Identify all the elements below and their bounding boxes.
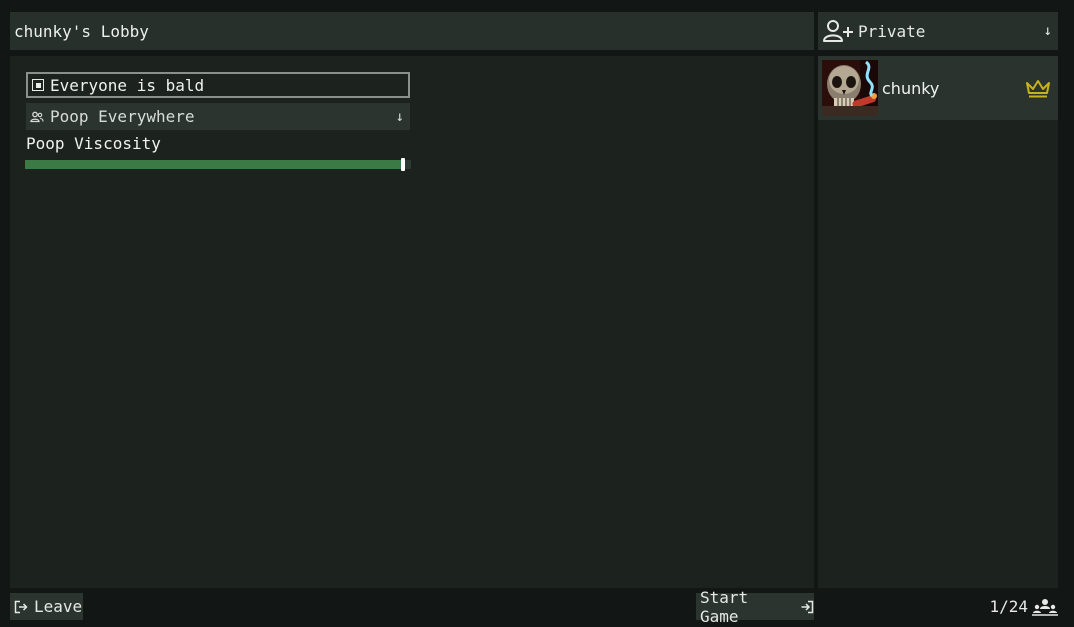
players-panel: chunky [818, 56, 1058, 588]
avatar [822, 60, 878, 116]
lobby-title: chunky's Lobby [10, 12, 814, 50]
arrow-down-icon: ↓ [395, 108, 404, 125]
add-user-icon[interactable] [822, 19, 854, 43]
checkbox-icon[interactable] [32, 79, 44, 91]
players-group-icon [1032, 598, 1058, 616]
start-game-button[interactable]: Start Game [696, 588, 814, 626]
player-row[interactable]: chunky [818, 56, 1058, 120]
poop-viscosity-slider[interactable] [25, 158, 411, 171]
player-count: 1/24 [989, 593, 1058, 620]
player-count-text: 1/24 [989, 597, 1028, 616]
leave-label: Leave [34, 597, 83, 616]
settings-panel: Everyone is bald Poop Everywhere ↓ Poop … [10, 56, 814, 588]
lobby-screen: chunky's Lobby Everyone is bald Poop Eve… [0, 0, 1074, 627]
everyone-bald-toggle[interactable]: Everyone is bald [26, 72, 410, 98]
poop-everywhere-dropdown[interactable]: Poop Everywhere ↓ [26, 103, 410, 130]
slider-thumb[interactable] [401, 158, 406, 171]
people-icon [30, 111, 44, 123]
crown-icon [1024, 77, 1052, 99]
slider-fill [25, 160, 404, 169]
dropdown-label: Poop Everywhere [50, 107, 195, 126]
enter-icon [800, 600, 814, 614]
start-label: Start Game [700, 587, 749, 626]
slider-label: Poop Viscosity [26, 134, 161, 153]
privacy-dropdown[interactable]: Private ↓ [818, 12, 1058, 50]
lobby-title-text: chunky's Lobby [14, 21, 149, 41]
privacy-label: Private [858, 21, 926, 41]
leave-button[interactable]: Leave [10, 593, 83, 620]
arrow-down-icon: ↓ [1043, 23, 1052, 39]
player-name: chunky [882, 78, 940, 98]
exit-icon [14, 600, 28, 614]
toggle-label: Everyone is bald [50, 75, 205, 95]
